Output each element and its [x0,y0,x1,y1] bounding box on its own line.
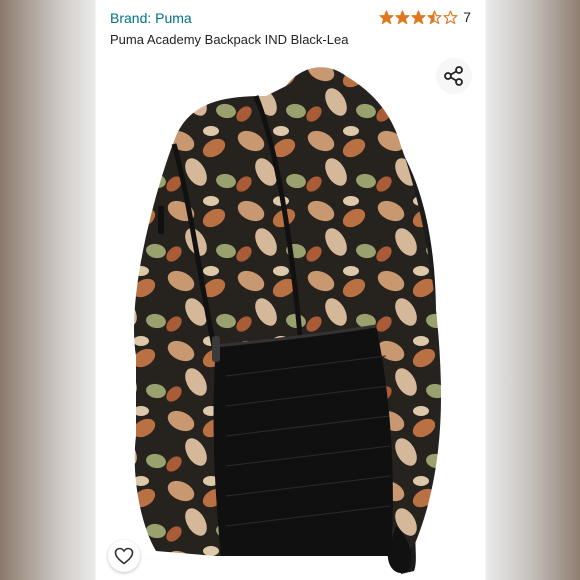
heart-icon [114,547,134,565]
star-full-icon [411,9,426,24]
star-full-icon [395,9,410,24]
share-button[interactable] [436,58,472,94]
star-rating [379,9,459,25]
star-half-icon [427,9,442,24]
star-full-icon [379,9,394,24]
favorite-button[interactable] [108,540,140,572]
product-image [96,56,485,580]
listing-screenshot: Brand: Puma Puma Academy Backpack IND Bl… [0,0,580,580]
product-header: Brand: Puma Puma Academy Backpack IND Bl… [96,0,485,56]
star-empty-icon [443,9,458,24]
brand-link[interactable]: Brand: Puma [110,10,192,26]
review-count[interactable]: 7 [463,9,471,25]
product-card: Brand: Puma Puma Academy Backpack IND Bl… [96,0,485,580]
share-icon [444,66,463,86]
product-title: Puma Academy Backpack IND Black-Lea [110,32,349,47]
backpack-photo [96,56,485,580]
rating-widget[interactable]: 7 [379,9,471,25]
